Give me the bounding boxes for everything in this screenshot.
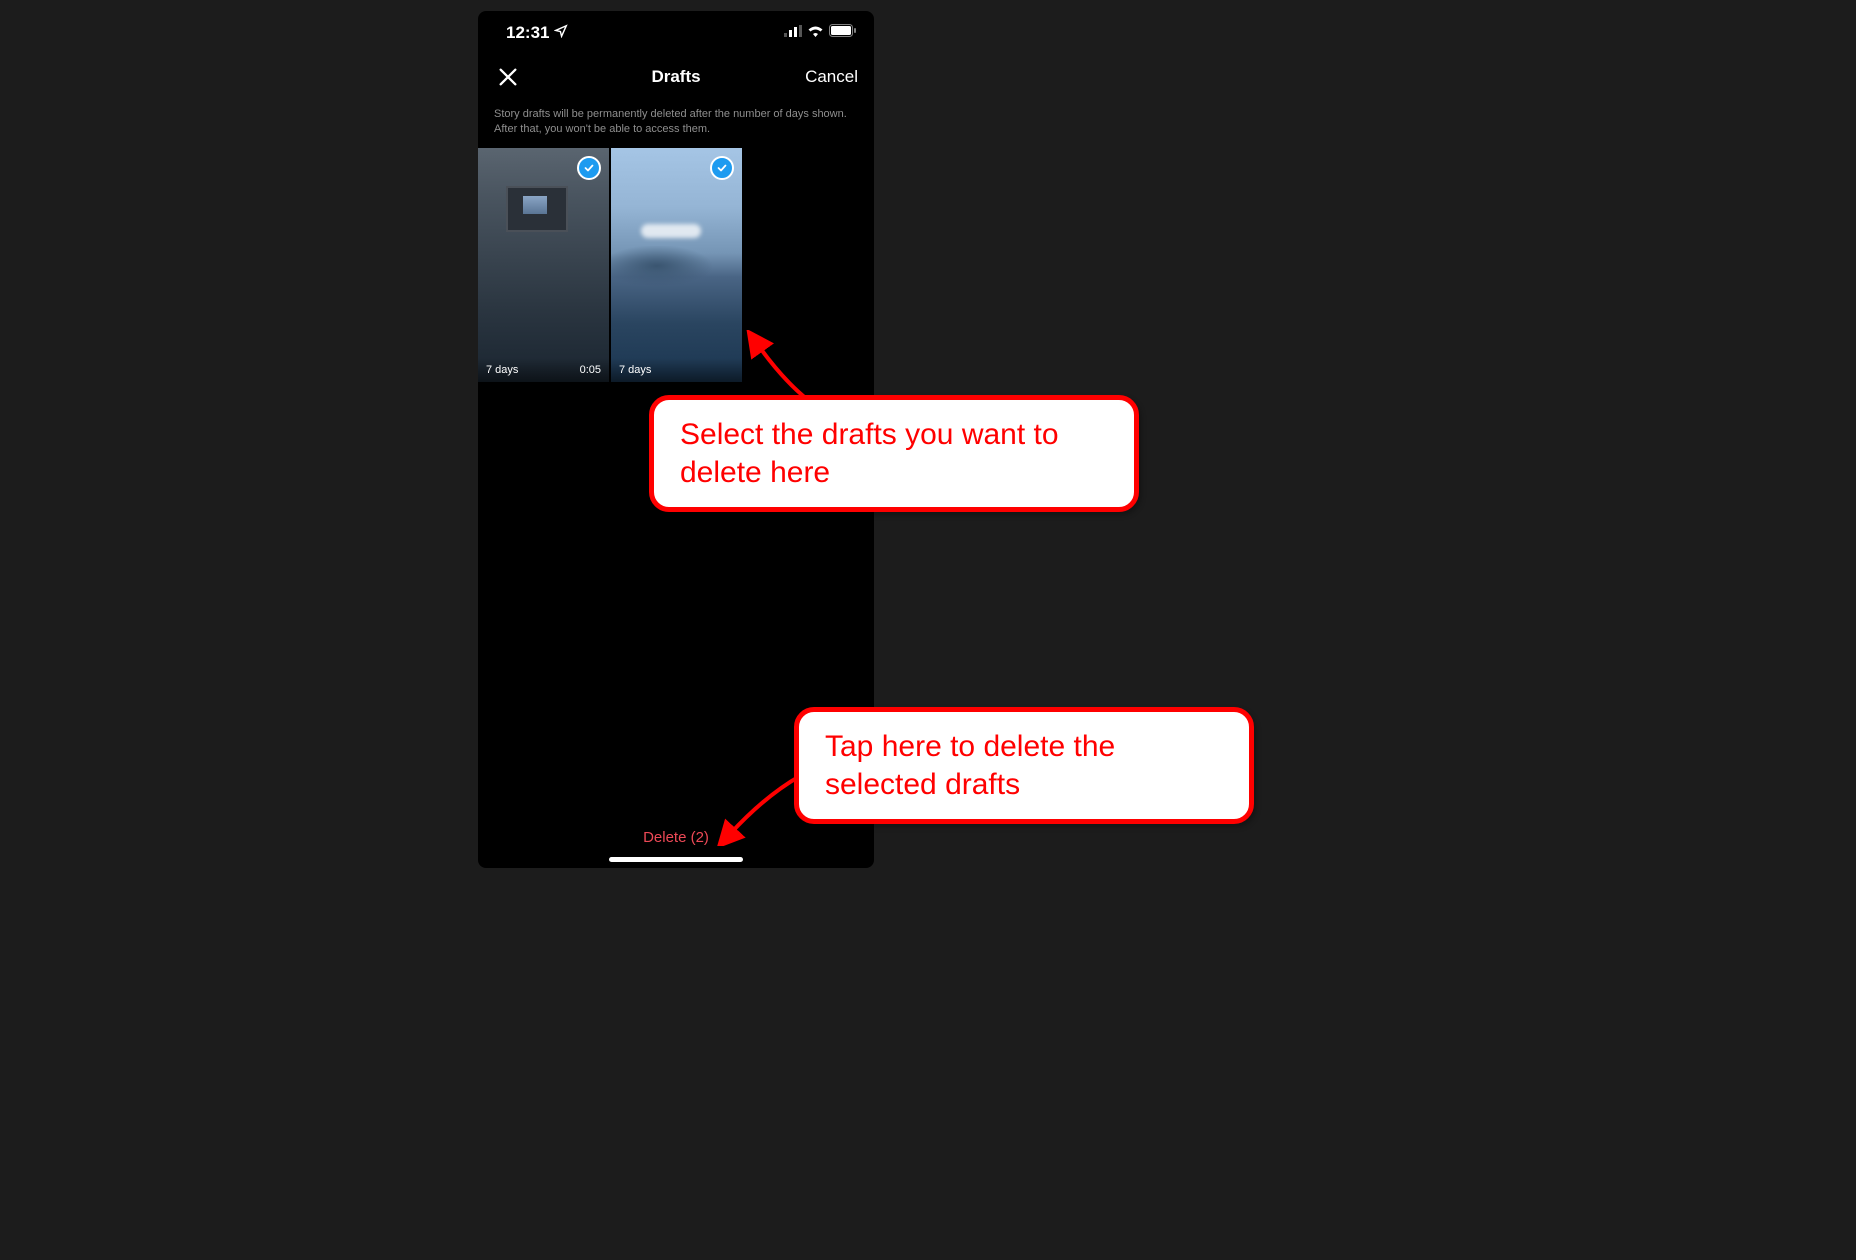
selected-check-icon — [577, 156, 601, 180]
close-icon — [497, 66, 519, 88]
draft-info: 7 days 0:05 — [478, 358, 609, 382]
status-right — [784, 24, 856, 42]
draft-item[interactable]: 7 days 0:05 — [478, 148, 609, 382]
annotation-callout: Select the drafts you want to delete her… — [649, 395, 1139, 512]
draft-days-label: 7 days — [486, 364, 518, 376]
cancel-button[interactable]: Cancel — [805, 67, 858, 87]
annotation-text: Select the drafts you want to delete her… — [680, 418, 1059, 489]
delete-button[interactable]: Delete (2) — [643, 829, 709, 846]
info-text: Story drafts will be permanently deleted… — [478, 99, 874, 148]
draft-item[interactable]: 7 days — [611, 148, 742, 382]
nav-bar: Drafts Cancel — [478, 55, 874, 99]
draft-thumbnail — [611, 148, 742, 382]
draft-thumbnail — [478, 148, 609, 382]
annotation-text: Tap here to delete the selected drafts — [825, 730, 1115, 801]
signal-icon — [784, 24, 802, 42]
status-time: 12:31 — [506, 23, 549, 43]
status-bar: 12:31 — [478, 11, 874, 55]
close-button[interactable] — [494, 63, 522, 91]
nav-title: Drafts — [651, 67, 700, 87]
status-left: 12:31 — [506, 23, 568, 43]
annotation-callout: Tap here to delete the selected drafts — [794, 707, 1254, 824]
home-indicator[interactable] — [609, 857, 743, 862]
battery-icon — [829, 24, 856, 42]
location-icon — [554, 23, 568, 43]
draft-info: 7 days — [611, 358, 742, 382]
wifi-icon — [807, 24, 824, 42]
selected-check-icon — [710, 156, 734, 180]
draft-days-label: 7 days — [619, 364, 651, 376]
draft-duration: 0:05 — [580, 364, 601, 376]
